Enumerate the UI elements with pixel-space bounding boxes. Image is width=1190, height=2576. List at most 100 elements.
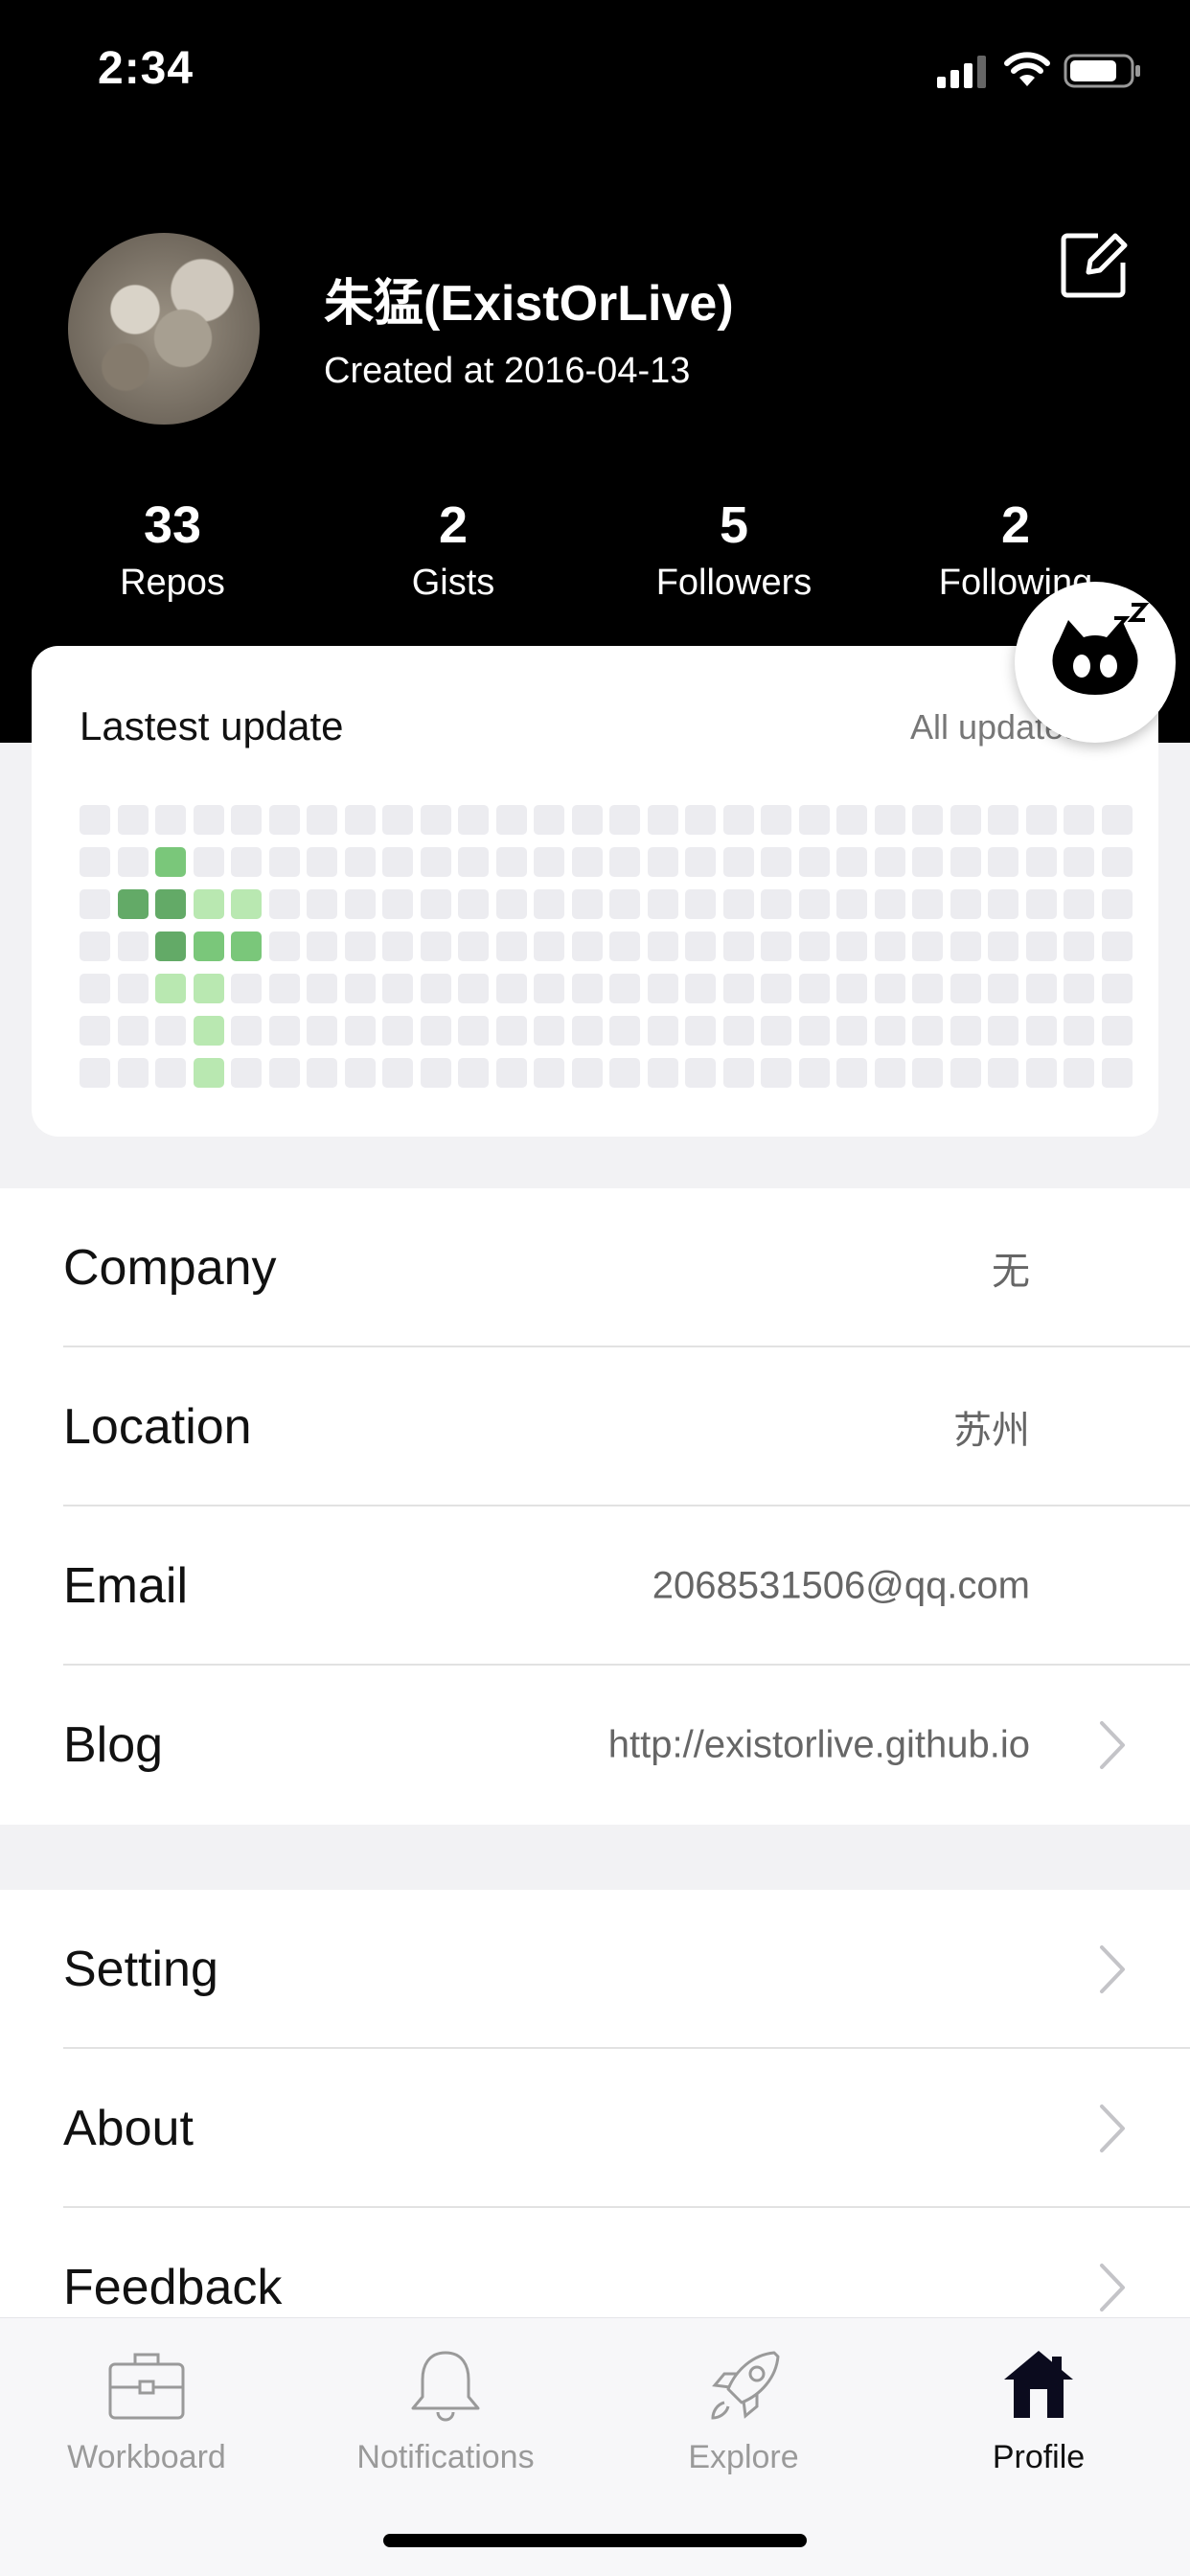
about-row[interactable]: About [0, 2049, 1190, 2208]
tab-label: Notifications [356, 2439, 535, 2475]
stat-gists[interactable]: 2 Gists [319, 494, 587, 609]
contribution-cell [609, 1016, 640, 1046]
chevron-right-icon [1100, 1945, 1125, 1993]
contribution-cell [571, 974, 603, 1003]
contribution-cell [534, 1058, 564, 1088]
contribution-cell [912, 932, 943, 961]
contribution-cell [420, 805, 451, 835]
edit-icon[interactable] [1060, 230, 1129, 299]
chevron-right-icon [1100, 1721, 1125, 1769]
contribution-cell [1064, 974, 1094, 1003]
contribution-cell [268, 1058, 300, 1088]
contribution-cell [609, 974, 640, 1003]
contribution-cell [420, 974, 451, 1003]
contribution-cell [874, 974, 905, 1003]
contribution-cell [117, 932, 149, 961]
email-row[interactable]: Email 2068531506@qq.com [0, 1506, 1190, 1666]
contribution-cell [80, 889, 110, 919]
contribution-cell [1101, 847, 1133, 877]
row-value: 2068531506@qq.com [652, 1564, 1030, 1607]
contribution-cell [268, 805, 300, 835]
contribution-cell [307, 805, 337, 835]
tab-workboard[interactable]: Workboard [12, 2347, 281, 2476]
contribution-cell [458, 1016, 489, 1046]
profile-stats: 33 Repos 2 Gists 5 Followers 2 Following [0, 494, 1190, 609]
contribution-cell [761, 889, 791, 919]
contribution-cell [155, 974, 186, 1003]
chevron-right-icon [1100, 2104, 1125, 2152]
contribution-cell [155, 932, 186, 961]
contribution-cell [1101, 974, 1133, 1003]
briefcase-icon [108, 2353, 185, 2420]
setting-row[interactable]: Setting [0, 1890, 1190, 2049]
contribution-cell [1025, 805, 1057, 835]
contribution-cell [1064, 889, 1094, 919]
contribution-cell [495, 932, 527, 961]
contribution-cell [836, 1058, 867, 1088]
contribution-cell [231, 974, 262, 1003]
contribution-cell [836, 932, 867, 961]
contribution-cell [193, 1016, 224, 1046]
contribution-cell [798, 805, 830, 835]
contribution-cell [458, 889, 489, 919]
contribution-cell [231, 805, 262, 835]
row-label: Setting [63, 1942, 218, 1997]
contribution-cell [117, 1058, 149, 1088]
contribution-cell [420, 932, 451, 961]
contribution-cell [1064, 1058, 1094, 1088]
row-value: 无 [992, 1251, 1030, 1293]
contribution-cell [571, 847, 603, 877]
contribution-cell [647, 932, 678, 961]
contribution-cell [231, 1016, 262, 1046]
contribution-cell [1064, 932, 1094, 961]
contribution-cell [912, 1058, 943, 1088]
stat-repos[interactable]: 33 Repos [38, 494, 307, 609]
contribution-cell [950, 1016, 981, 1046]
contribution-cell [571, 1016, 603, 1046]
contribution-cell [1025, 1058, 1057, 1088]
user-name: 朱猛(ExistOrLive) [324, 276, 734, 332]
contribution-cell [307, 932, 337, 961]
contribution-cell [382, 932, 413, 961]
contribution-cell [912, 1016, 943, 1046]
row-label: Feedback [63, 2260, 283, 2315]
row-value: 苏州 [953, 1410, 1030, 1452]
contribution-cell [988, 1058, 1018, 1088]
contribution-cell [647, 889, 678, 919]
contribution-cell [950, 932, 981, 961]
stat-followers[interactable]: 5 Followers [600, 494, 868, 609]
contribution-cell [950, 1058, 981, 1088]
contribution-cell [874, 1058, 905, 1088]
tab-label: Profile [992, 2439, 1086, 2475]
contribution-cell [80, 1058, 110, 1088]
contribution-cell [534, 847, 564, 877]
contribution-cell [685, 805, 716, 835]
blog-row[interactable]: Blog http://existorlive.github.io [0, 1666, 1190, 1825]
contribution-cell [1025, 847, 1057, 877]
contribution-cell [685, 1016, 716, 1046]
contribution-cell [836, 974, 867, 1003]
avatar[interactable] [68, 233, 260, 425]
contribution-cell [80, 847, 110, 877]
tab-label: Explore [688, 2439, 799, 2475]
contribution-cell [420, 889, 451, 919]
contribution-cell [1064, 805, 1094, 835]
chevron-right-icon [1100, 2264, 1125, 2312]
contribution-cell [685, 889, 716, 919]
company-row[interactable]: Company 无 [0, 1188, 1190, 1347]
contribution-cell [571, 1058, 603, 1088]
contribution-cell [1064, 1016, 1094, 1046]
contribution-cell [155, 1016, 186, 1046]
tab-explore[interactable]: Explore [609, 2347, 878, 2476]
contribution-cell [1025, 1016, 1057, 1046]
contribution-cell [307, 974, 337, 1003]
floating-cat-button[interactable] [1015, 582, 1176, 743]
contribution-cell [1101, 1058, 1133, 1088]
contribution-cell [761, 847, 791, 877]
tab-profile[interactable]: Profile [904, 2347, 1173, 2476]
contribution-cell [268, 1016, 300, 1046]
tab-notifications[interactable]: Notifications [311, 2347, 580, 2476]
location-row[interactable]: Location 苏州 [0, 1347, 1190, 1506]
contribution-cell [344, 1016, 376, 1046]
contribution-cell [80, 805, 110, 835]
